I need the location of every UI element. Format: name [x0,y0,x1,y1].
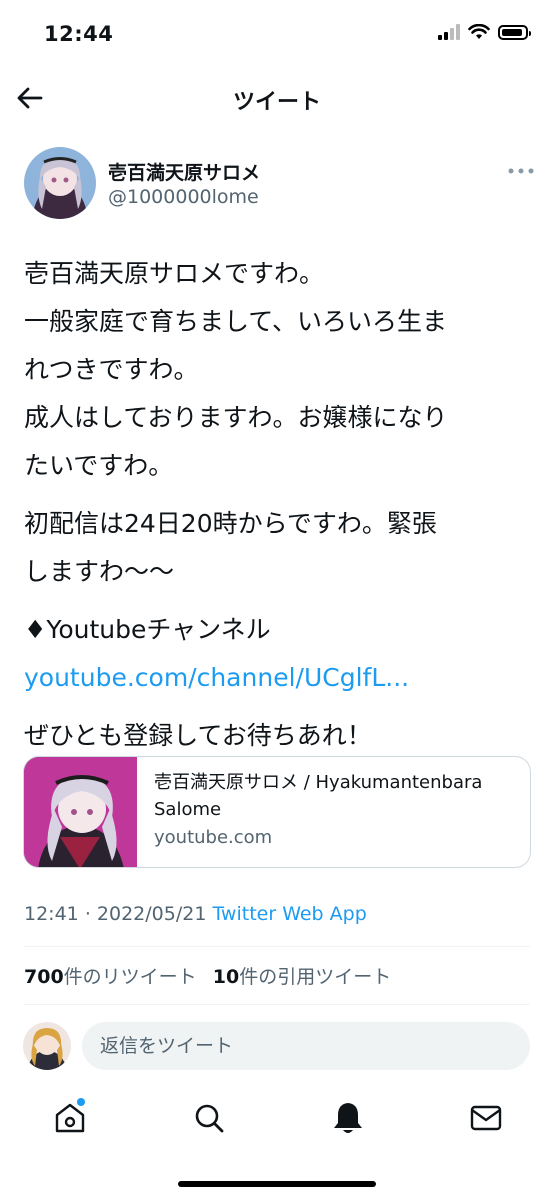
tweet-line: ぜひとも登録してお待ちあれ！ [24,721,372,750]
tweet-stats: 700件のリツイート 10件の引用ツイート [24,962,391,989]
tweet-text: 壱百満天原サロメですわ。 一般家庭で育ちまして、いろいろ生ま れつきですわ。 成… [24,250,532,760]
battery-icon [498,24,531,40]
author-display-name[interactable]: 壱百満天原サロメ [108,158,260,185]
tab-messages[interactable] [466,1098,506,1138]
card-thumbnail [24,757,137,867]
tweet-line: れつきですわ。 [24,355,199,384]
quotes-label: 件の引用ツイート [239,966,392,988]
notifications-bell-icon [334,1103,362,1133]
home-icon [55,1098,85,1133]
current-user-avatar [23,1022,71,1070]
card-domain: youtube.com [154,827,273,848]
retweets-label: 件のリツイート [63,966,197,988]
reply-input[interactable] [82,1022,530,1070]
quotes-stat[interactable]: 10件の引用ツイート [213,966,391,988]
home-indicator [178,1181,376,1187]
tweet-date[interactable]: 2022/05/21 [97,903,207,925]
author-avatar[interactable] [24,147,96,219]
search-icon [195,1104,224,1133]
tweet-line: たいですわ。 [24,451,174,480]
divider [24,946,530,947]
author-handle[interactable]: @1000000lome [108,186,259,208]
meta-separator: · [84,903,91,925]
wifi-icon [468,24,490,39]
retweets-count: 700 [24,966,64,988]
tab-home[interactable] [50,1098,90,1138]
quotes-count: 10 [212,966,240,988]
page-title: ツイート [232,90,321,115]
tweet-line: 一般家庭で育ちまして、いろいろ生ま [24,307,448,336]
card-title: 壱百満天原サロメ / Hyakumantenbara Salome [154,772,483,820]
divider [24,1004,530,1005]
tweet-meta: 12:41 · 2022/05/21 Twitter Web App [24,903,367,925]
tweet-line: 壱百満天原サロメですわ。 [24,259,325,288]
youtube-channel-link[interactable]: youtube.com/channel/UCglfL... [24,654,532,702]
status-time: 12:44 [44,22,114,46]
tweet-source[interactable]: Twitter Web App [212,903,366,925]
messages-envelope-icon [470,1105,502,1131]
retweets-stat[interactable]: 700件のリツイート [24,966,197,988]
tweet-time: 12:41 [24,903,79,925]
tweet-line: 初配信は24日20時からですわ。緊張 [24,509,437,538]
link-preview-card[interactable]: 壱百満天原サロメ / Hyakumantenbara Salome youtub… [23,756,531,868]
tweet-line: 成人はしておりますわ。お嬢様になり [24,403,448,432]
channel-label: ♦Youtubeチャンネル [24,615,271,644]
more-icon[interactable] [506,166,536,176]
cellular-signal-icon [438,24,460,40]
tweet-line: しますわ〜〜 [24,557,175,586]
tab-search[interactable] [189,1098,229,1138]
tab-notifications[interactable] [328,1098,368,1138]
status-icons [438,24,531,40]
